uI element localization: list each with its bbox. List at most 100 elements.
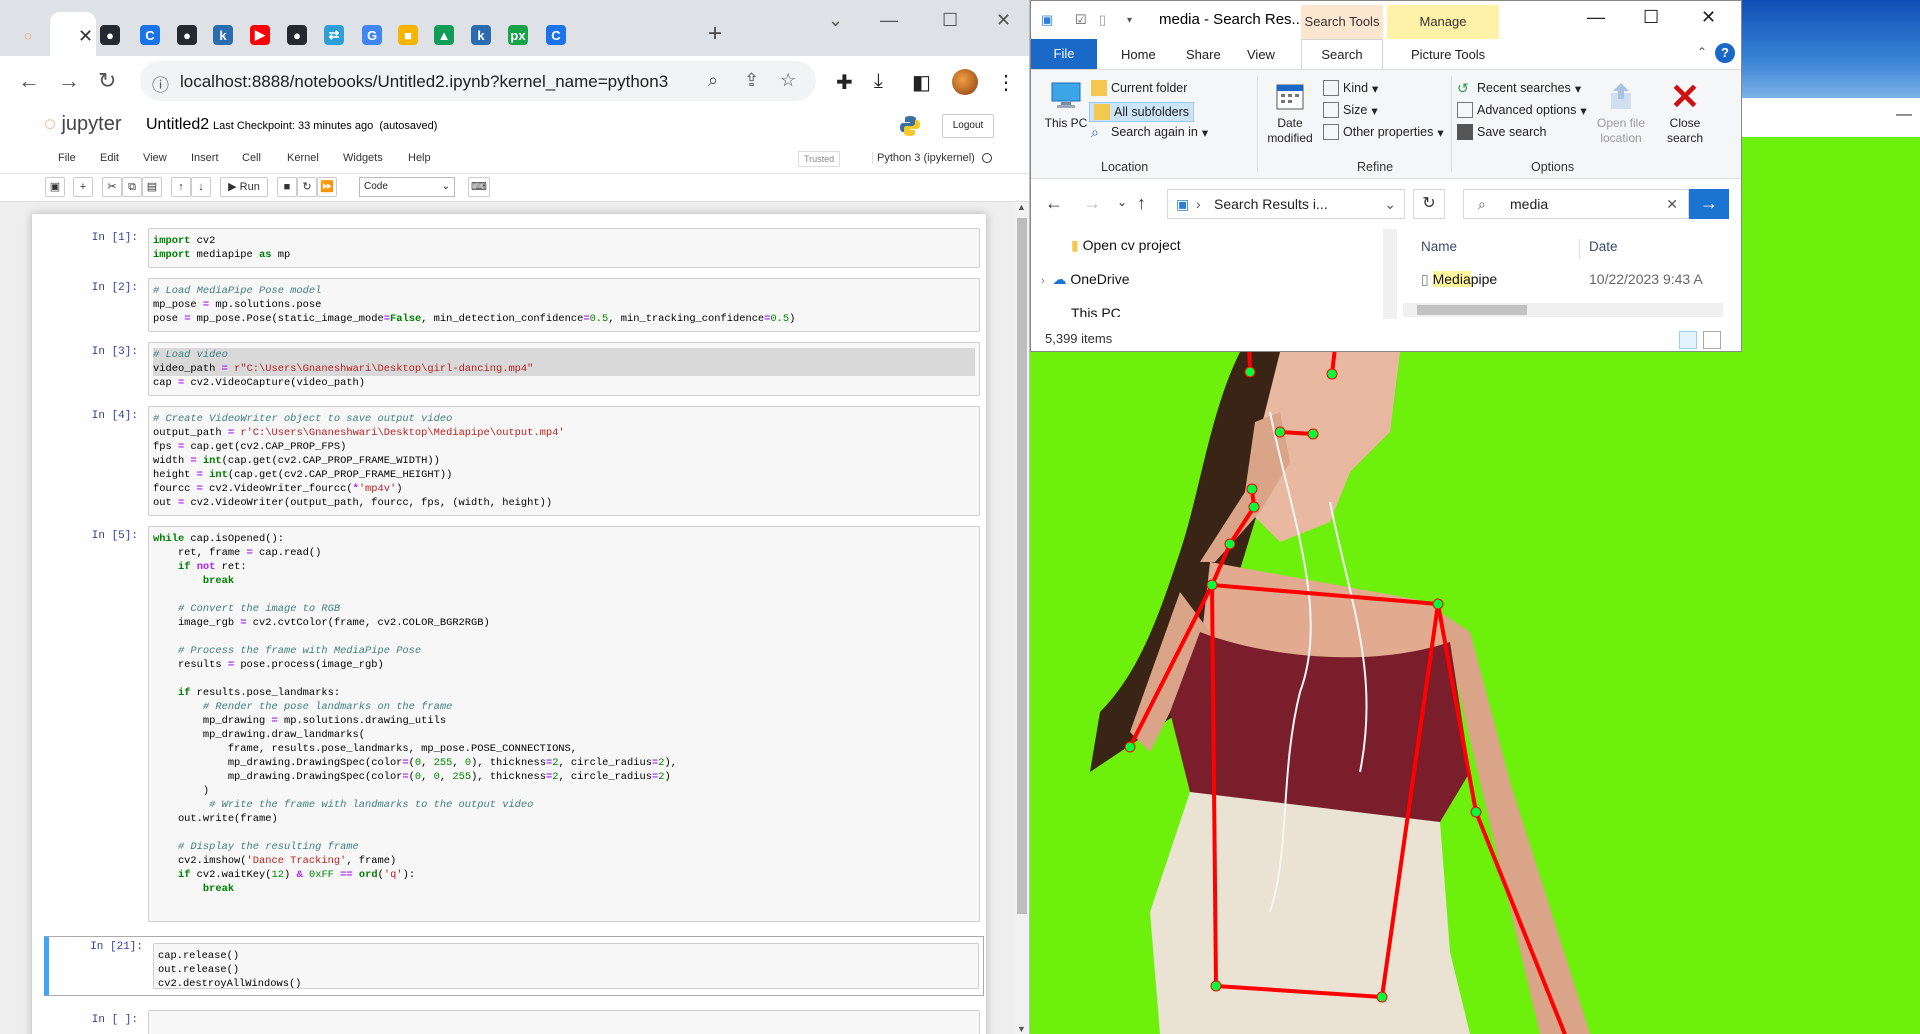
restart-icon[interactable]: ↻ bbox=[297, 177, 317, 197]
close-tab-icon[interactable]: ✕ bbox=[78, 26, 93, 47]
logout-button[interactable]: Logout bbox=[942, 114, 994, 138]
maximize-icon[interactable]: ☐ bbox=[942, 10, 958, 31]
bookmark-star-icon[interactable]: ☆ bbox=[780, 70, 796, 91]
tab-favicon-github-2[interactable]: ● bbox=[167, 20, 207, 50]
interrupt-icon[interactable]: ■ bbox=[277, 177, 297, 197]
copy-icon[interactable]: ⧉ bbox=[122, 177, 142, 197]
properties-icon[interactable]: ☑ bbox=[1075, 12, 1087, 28]
code-cell[interactable]: In [1]: import cv2 import mediapipe as m… bbox=[44, 228, 984, 268]
tab-favicon-github-3[interactable]: ● bbox=[277, 20, 317, 50]
back-icon[interactable]: ← bbox=[18, 68, 40, 94]
current-folder-button[interactable]: Current folder bbox=[1091, 80, 1187, 96]
scroll-down-icon[interactable]: ▼ bbox=[1017, 1024, 1026, 1034]
help-icon[interactable]: ? bbox=[1715, 43, 1735, 63]
minimize-icon[interactable]: — bbox=[1896, 106, 1912, 124]
new-tab-icon[interactable]: + bbox=[708, 20, 722, 48]
cell-editor[interactable]: cap.release() out.release() cv2.destroyA… bbox=[153, 943, 979, 989]
tab-favicon-c-2[interactable]: C bbox=[536, 20, 576, 50]
tab-favicon-k-2[interactable]: k bbox=[461, 20, 501, 50]
all-subfolders-button[interactable]: All subfolders bbox=[1089, 102, 1195, 122]
close-window-icon[interactable]: ✕ bbox=[996, 10, 1011, 31]
paste-icon[interactable]: ▤ bbox=[142, 177, 162, 197]
cell-editor[interactable]: import cv2 import mediapipe as mp bbox=[148, 228, 980, 268]
tab-favicon-github[interactable]: ● bbox=[90, 20, 130, 50]
address-bar[interactable]: ⓘ localhost:8888/notebooks/Untitled2.ipy… bbox=[140, 61, 816, 101]
zoom-icon[interactable]: ⌕ bbox=[708, 70, 718, 91]
menu-cell[interactable]: Cell bbox=[242, 152, 261, 164]
date-modified-button[interactable]: Date modified bbox=[1261, 76, 1319, 146]
tab-view[interactable]: View bbox=[1247, 47, 1275, 62]
search-go-button[interactable]: → bbox=[1689, 189, 1729, 219]
menu-help[interactable]: Help bbox=[408, 152, 431, 164]
tab-favicon-k[interactable]: k bbox=[203, 20, 243, 50]
side-panel-icon[interactable]: ◧ bbox=[912, 70, 931, 95]
tree-item-this-pc[interactable]: This PC bbox=[1071, 305, 1121, 317]
code-cell[interactable]: In [ ]: bbox=[44, 1010, 984, 1034]
notebook-title[interactable]: Untitled2 bbox=[146, 116, 209, 134]
command-palette-icon[interactable]: ⌨ bbox=[468, 177, 490, 197]
scroll-up-icon[interactable]: ▲ bbox=[1017, 202, 1026, 212]
refresh-icon[interactable]: ↻ bbox=[1413, 189, 1445, 219]
file-row-mediapipe[interactable]: ▯ Mediapipe 10/22/2023 9:43 A bbox=[1421, 271, 1703, 288]
code-cell[interactable]: In [5]: while cap.isOpened(): ret, frame… bbox=[44, 526, 984, 922]
close-search-button[interactable]: ✕ Close search bbox=[1657, 76, 1713, 146]
details-view-icon[interactable] bbox=[1679, 331, 1697, 349]
code-cell-selected[interactable]: In [21]: cap.release() out.release() cv2… bbox=[44, 936, 984, 996]
new-folder-icon[interactable]: ▯ bbox=[1099, 12, 1106, 28]
menu-widgets[interactable]: Widgets bbox=[343, 152, 383, 164]
explorer-app-icon[interactable]: ▣ bbox=[1041, 12, 1053, 28]
cut-icon[interactable]: ✂ bbox=[102, 177, 122, 197]
reload-icon[interactable]: ↻ bbox=[98, 68, 116, 94]
collapse-ribbon-icon[interactable]: ⌃ bbox=[1697, 45, 1707, 59]
close-window-icon[interactable]: ✕ bbox=[1701, 7, 1716, 28]
cell-editor[interactable]: # Load video video_path = r"C:\Users\Gna… bbox=[148, 342, 980, 396]
maximize-icon[interactable]: ☐ bbox=[1643, 7, 1659, 28]
tab-favicon-drive[interactable]: ▲ bbox=[424, 20, 464, 50]
jupyter-logo[interactable]: ◌ jupyter bbox=[44, 113, 121, 136]
chevron-down-icon[interactable]: ⌄ bbox=[828, 10, 843, 31]
share-icon[interactable]: ⇪ bbox=[744, 70, 759, 91]
menu-insert[interactable]: Insert bbox=[191, 152, 219, 164]
search-again-button[interactable]: ⌕ Search again in ▾ bbox=[1091, 124, 1208, 140]
cell-type-select[interactable]: Code ⌄ bbox=[359, 177, 455, 197]
cell-editor[interactable]: # Load MediaPipe Pose model mp_pose = mp… bbox=[148, 278, 980, 332]
scrollbar-thumb[interactable] bbox=[1017, 218, 1027, 914]
clear-search-icon[interactable]: ✕ bbox=[1666, 190, 1678, 218]
manage-context-tab[interactable]: Manage bbox=[1387, 5, 1499, 39]
chevron-down-icon[interactable]: ⌄ bbox=[1384, 190, 1396, 218]
open-file-location-button[interactable]: Open file location bbox=[1591, 76, 1651, 146]
menu-file[interactable]: File bbox=[58, 152, 76, 164]
profile-avatar[interactable] bbox=[952, 69, 978, 95]
tab-favicon-orange[interactable]: ◌ bbox=[8, 20, 48, 50]
tab-search[interactable]: Search bbox=[1301, 39, 1383, 69]
scrollbar-thumb[interactable] bbox=[1417, 305, 1527, 315]
back-icon[interactable]: ← bbox=[1045, 193, 1063, 214]
forward-icon[interactable]: → bbox=[1083, 193, 1101, 214]
cell-editor[interactable]: # Create VideoWriter object to save outp… bbox=[148, 406, 980, 516]
customize-qa-icon[interactable]: ▾ bbox=[1127, 15, 1132, 26]
code-cell[interactable]: In [3]: # Load video video_path = r"C:\U… bbox=[44, 342, 984, 396]
move-down-icon[interactable]: ↓ bbox=[191, 177, 211, 197]
kernel-indicator[interactable]: Python 3 (ipykernel) bbox=[872, 152, 975, 164]
extensions-icon[interactable]: ✚ bbox=[836, 70, 853, 95]
menu-kernel[interactable]: Kernel bbox=[287, 152, 319, 164]
this-pc-button[interactable]: This PC bbox=[1041, 76, 1091, 131]
cell-editor[interactable] bbox=[148, 1010, 980, 1034]
minimize-icon[interactable]: — bbox=[880, 10, 898, 31]
notebook-scrollbar[interactable]: ▲ ▼ bbox=[1014, 202, 1029, 1034]
tab-share[interactable]: Share bbox=[1186, 47, 1221, 62]
column-date[interactable]: Date bbox=[1589, 239, 1618, 254]
save-search-button[interactable]: Save search bbox=[1457, 124, 1546, 140]
tab-favicon-yellow[interactable]: ■ bbox=[388, 20, 428, 50]
search-tools-context-tab[interactable]: Search Tools bbox=[1301, 5, 1383, 39]
tab-favicon-c[interactable]: C bbox=[130, 20, 170, 50]
tab-picture-tools[interactable]: Picture Tools bbox=[1411, 47, 1485, 62]
menu-kebab-icon[interactable]: ⋮ bbox=[996, 70, 1016, 95]
menu-view[interactable]: View bbox=[143, 152, 167, 164]
restart-run-all-icon[interactable]: ⏩ bbox=[317, 177, 337, 197]
explorer-search-input[interactable]: ⌕ media ✕ bbox=[1463, 189, 1689, 219]
tab-favicon-arrows[interactable]: ⇄ bbox=[314, 20, 354, 50]
cell-editor[interactable]: while cap.isOpened(): ret, frame = cap.r… bbox=[148, 526, 980, 922]
move-up-icon[interactable]: ↑ bbox=[171, 177, 191, 197]
info-icon[interactable]: ⓘ bbox=[152, 71, 169, 96]
